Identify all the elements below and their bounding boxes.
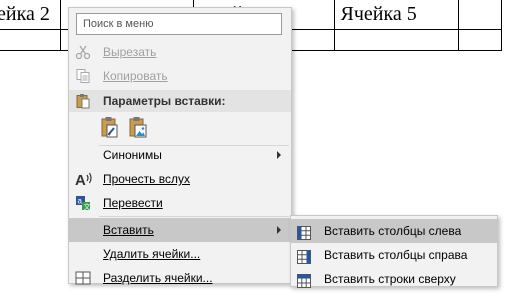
paste-options-label: Параметры вставки: [103,94,226,108]
split-cells-menu-item[interactable]: Разделить ячейки... [69,266,291,290]
insert-rows-above-label: Вставить строки сверху [324,272,456,286]
read-aloud-icon: A [75,171,95,189]
paste-keep-formatting-icon[interactable] [99,116,121,140]
clipboard-icon [75,93,91,109]
svg-text:A: A [75,172,86,187]
read-aloud-menu-item[interactable]: A Прочесть вслух [69,167,291,191]
insert-columns-right-item[interactable]: Вставить столбцы справа [291,243,497,267]
table-cell[interactable] [457,0,503,30]
insert-label: Вставить [103,223,154,237]
svg-text:a: a [78,197,83,206]
insert-rows-above-icon [297,272,311,288]
submenu-arrow-icon [277,151,281,159]
synonyms-menu-item[interactable]: Синонимы [69,143,291,167]
table-cell[interactable]: Ячейка 5 [333,0,459,30]
split-cells-icon [75,270,91,286]
table-cell[interactable] [333,29,459,51]
paste-picture-icon[interactable] [127,116,149,140]
insert-rows-above-item[interactable]: Вставить строки сверху [291,267,497,291]
delete-cells-label: Удалить ячейки... [103,247,201,261]
insert-submenu: Вставить столбцы слева Вставить столбцы … [290,215,498,288]
table-cell[interactable] [457,29,503,51]
copy-icon [75,68,91,84]
cut-label: Вырезать [103,45,157,59]
menu-separator [99,216,289,217]
copy-menu-item[interactable]: Копировать [69,64,291,88]
table-cell[interactable]: ейка 2 [0,0,61,30]
scissors-icon [75,44,91,60]
translate-menu-item[interactable]: a文 Перевести [69,191,291,215]
insert-columns-right-label: Вставить столбцы справа [324,248,468,262]
read-aloud-label: Прочесть вслух [103,172,190,186]
delete-cells-menu-item[interactable]: Удалить ячейки... [69,242,291,266]
insert-columns-left-icon [297,224,311,240]
context-menu: Поиск в меню Вырезать Копировать Парамет… [68,7,292,285]
submenu-arrow-icon [277,226,281,234]
table-cell[interactable] [0,29,61,51]
insert-menu-item[interactable]: Вставить [69,218,291,242]
split-cells-label: Разделить ячейки... [103,271,213,285]
synonyms-label: Синонимы [103,148,162,162]
insert-columns-right-icon [297,248,311,264]
svg-text:文: 文 [84,202,91,211]
translate-label: Перевести [103,196,163,210]
insert-columns-left-item[interactable]: Вставить столбцы слева [291,219,497,243]
menu-search-input[interactable]: Поиск в меню [76,13,282,35]
paste-options-header: Параметры вставки: [69,90,291,112]
translate-icon: a文 [75,195,91,211]
cut-menu-item[interactable]: Вырезать [69,40,291,64]
copy-label: Копировать [103,69,168,83]
insert-columns-left-label: Вставить столбцы слева [324,224,462,238]
